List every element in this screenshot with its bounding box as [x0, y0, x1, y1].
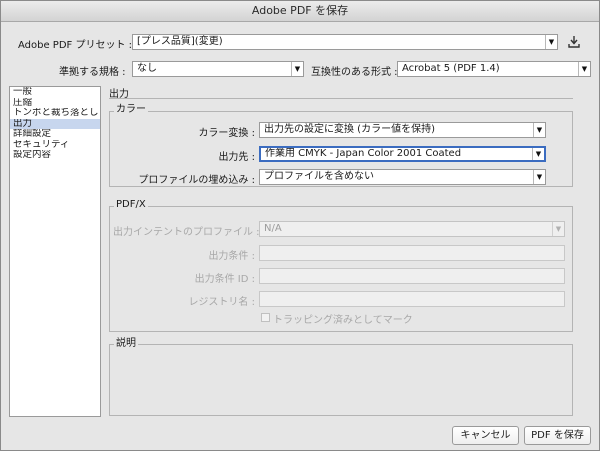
cancel-button[interactable]: キャンセル: [452, 426, 519, 445]
destination-label: 出力先 :: [218, 152, 255, 163]
output-intent-value: N/A: [264, 223, 282, 234]
section-divider: [109, 98, 573, 99]
registry-name-field: [259, 291, 565, 307]
sidebar-item-compression[interactable]: 圧縮: [10, 98, 100, 109]
standard-value: なし: [137, 63, 157, 74]
save-pdf-dialog: Adobe PDF を保存 Adobe PDF プリセット : [プレス品質](…: [0, 0, 600, 451]
output-condition-field: [259, 245, 565, 261]
save-preset-icon[interactable]: [567, 34, 581, 50]
preset-select[interactable]: [プレス品質](変更) ▼: [132, 34, 558, 50]
preset-value: [プレス品質](変更): [137, 36, 223, 47]
registry-name-label: レジストリ名 :: [188, 297, 255, 308]
trapped-checkbox: [261, 313, 270, 322]
sidebar-item-general[interactable]: 一般: [10, 87, 100, 98]
sidebar-item-summary[interactable]: 設定内容: [10, 150, 100, 161]
compat-label: 互換性のある形式 :: [311, 67, 398, 78]
description-group: [109, 344, 573, 416]
trapped-label: トラッピング済みとしてマーク: [273, 315, 413, 326]
save-pdf-button[interactable]: PDF を保存: [524, 426, 591, 445]
output-intent-select: N/A ▼: [259, 221, 565, 237]
chevron-down-icon: ▼: [552, 222, 564, 236]
compat-value: Acrobat 5 (PDF 1.4): [402, 63, 500, 74]
sidebar-item-advanced[interactable]: 詳細設定: [10, 129, 100, 140]
profile-inclusion-select[interactable]: プロファイルを含めない ▼: [259, 169, 546, 185]
color-group-title: カラー: [114, 104, 148, 116]
profile-inclusion-label: プロファイルの埋め込み :: [138, 175, 255, 186]
sidebar-item-security[interactable]: セキュリティ: [10, 140, 100, 151]
color-conversion-label: カラー変換 :: [198, 128, 255, 139]
destination-select[interactable]: 作業用 CMYK - Japan Color 2001 Coated ▼: [259, 146, 546, 162]
color-conversion-value: 出力先の設定に変換 (カラー値を保持): [264, 124, 435, 135]
destination-value: 作業用 CMYK - Japan Color 2001 Coated: [265, 148, 462, 159]
description-group-title: 説明: [114, 338, 138, 350]
sidebar-item-marks-bleeds[interactable]: トンボと裁ち落とし: [10, 108, 100, 119]
category-list: 一般 圧縮 トンボと裁ち落とし 出力 詳細設定 セキュリティ 設定内容: [9, 86, 101, 417]
pdfx-group-title: PDF/X: [114, 199, 148, 211]
output-intent-label: 出力インテントのプロファイル :: [113, 227, 260, 238]
chevron-down-icon: ▼: [291, 62, 303, 76]
chevron-down-icon: ▼: [533, 123, 545, 137]
standard-select[interactable]: なし ▼: [132, 61, 304, 77]
output-condition-id-field: [259, 268, 565, 284]
standard-label: 準拠する規格 :: [59, 67, 126, 78]
profile-inclusion-value: プロファイルを含めない: [264, 171, 374, 182]
output-condition-id-label: 出力条件 ID :: [194, 274, 255, 285]
output-condition-label: 出力条件 :: [208, 251, 255, 262]
chevron-down-icon: ▼: [532, 148, 544, 160]
sidebar-item-output[interactable]: 出力: [10, 118, 100, 129]
window-title: Adobe PDF を保存: [1, 1, 599, 22]
chevron-down-icon: ▼: [533, 170, 545, 184]
color-conversion-select[interactable]: 出力先の設定に変換 (カラー値を保持) ▼: [259, 122, 546, 138]
chevron-down-icon: ▼: [578, 62, 590, 76]
preset-label: Adobe PDF プリセット :: [18, 40, 133, 51]
compat-select[interactable]: Acrobat 5 (PDF 1.4) ▼: [397, 61, 591, 77]
chevron-down-icon: ▼: [545, 35, 557, 49]
